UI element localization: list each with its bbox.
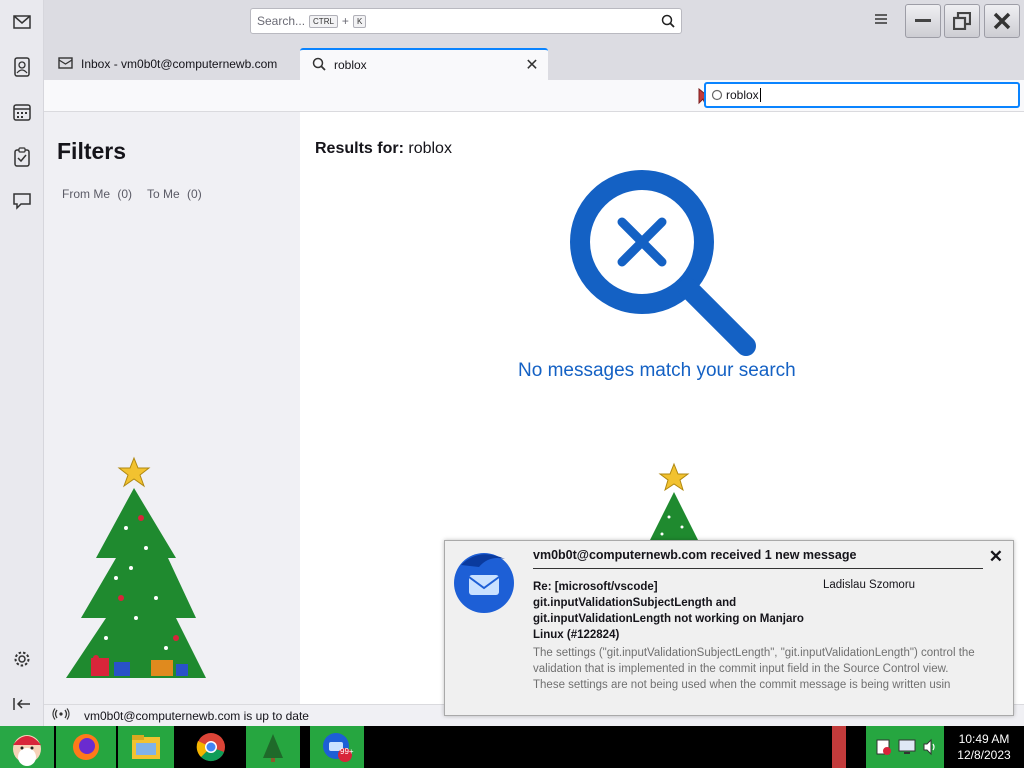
close-notification-icon[interactable]: ✕ — [989, 547, 1003, 567]
clock-time: 10:49 AM — [958, 732, 1010, 746]
results-heading: Results for: roblox — [315, 140, 452, 158]
search-icon — [661, 14, 675, 31]
mail-space-icon[interactable] — [8, 8, 36, 36]
tab-search-label: roblox — [334, 58, 367, 72]
tree-icon — [263, 734, 283, 762]
restore-button[interactable] — [944, 4, 980, 38]
results-prefix: Results for: — [315, 140, 404, 157]
filter-to-me-label: To Me — [147, 187, 180, 201]
text-caret — [759, 88, 761, 102]
notification-subject: Re: [microsoft/vscode] git.inputValidati… — [533, 581, 804, 641]
title-bar: Search... CTRL + K — [44, 0, 1024, 44]
folder-icon — [132, 735, 160, 759]
settings-gear-icon[interactable] — [8, 645, 36, 673]
status-text: vm0b0t@computernewb.com is up to date — [84, 708, 309, 723]
thunderbird-logo-icon — [449, 545, 519, 620]
calendar-icon[interactable] — [8, 98, 36, 126]
tab-inbox[interactable]: Inbox - vm0b0t@computernewb.com — [46, 48, 298, 80]
taskbar-thunderbird[interactable]: 99+ — [310, 726, 364, 768]
filter-from-me[interactable]: From Me (0) — [62, 187, 132, 201]
taskbar-clock[interactable]: 10:49 AM 12/8/2023 — [944, 726, 1024, 768]
clock-date: 12/8/2023 — [957, 748, 1011, 762]
minimize-button[interactable] — [905, 4, 941, 38]
app-menu-icon[interactable] — [874, 12, 890, 28]
start-button[interactable] — [0, 726, 54, 768]
filter-to-me-count: (0) — [187, 187, 202, 201]
online-status-icon[interactable] — [52, 708, 70, 723]
filter-from-me-count: (0) — [117, 187, 133, 201]
tasks-icon[interactable] — [8, 143, 36, 171]
notification-sender: Ladislau Szomoru — [823, 579, 916, 591]
notification-header: vm0b0t@computernewb.com received 1 new m… — [533, 548, 983, 569]
filter-from-me-label: From Me — [62, 187, 110, 201]
christmas-tree-image — [56, 448, 246, 693]
volume-icon[interactable] — [922, 738, 938, 761]
no-results-search-icon — [570, 170, 760, 365]
taskbar-file-explorer[interactable] — [118, 726, 174, 768]
search-icon — [711, 89, 723, 104]
santa-start-icon — [13, 735, 41, 766]
tab-search-results[interactable]: roblox ✕ — [300, 48, 548, 80]
new-mail-notification[interactable]: vm0b0t@computernewb.com received 1 new m… — [444, 540, 1014, 716]
spaces-toolbar — [0, 0, 44, 726]
search-icon — [312, 57, 326, 74]
global-search-placeholder: Search... — [257, 14, 306, 28]
notification-body: The settings ("git.inputValidationSubjec… — [533, 647, 975, 691]
chrome-icon — [196, 733, 225, 762]
taskbar-firefox[interactable] — [56, 726, 116, 768]
unread-badge: 99+ — [340, 747, 354, 756]
global-search-input[interactable]: Search... CTRL + K — [250, 8, 682, 34]
display-icon[interactable] — [898, 738, 916, 761]
close-tab-icon[interactable]: ✕ — [524, 57, 540, 74]
mail-icon — [58, 56, 73, 72]
chat-icon[interactable] — [8, 187, 36, 215]
christmas-tree-image — [634, 462, 714, 547]
search-filter-input[interactable]: roblox — [704, 82, 1020, 108]
address-book-icon[interactable] — [8, 53, 36, 81]
system-tray — [866, 726, 944, 768]
taskbar-chrome[interactable] — [184, 726, 238, 768]
filter-to-me[interactable]: To Me (0) — [147, 187, 202, 201]
filters-title: Filters — [57, 138, 127, 164]
shortcut-plus: + — [341, 14, 349, 28]
taskbar-show-indicator[interactable] — [832, 726, 846, 768]
network-error-icon[interactable] — [876, 738, 892, 761]
shortcut-ctrl: CTRL — [309, 14, 338, 28]
collapse-spaces-icon[interactable] — [8, 690, 36, 718]
shortcut-key: K — [352, 14, 367, 28]
tab-bar: Inbox - vm0b0t@computernewb.com roblox ✕ — [44, 44, 1024, 80]
close-window-button[interactable] — [984, 4, 1020, 38]
taskbar-tree-app[interactable] — [246, 726, 300, 768]
empty-results-message: No messages match your search — [518, 360, 796, 381]
search-filter-value: roblox — [726, 88, 759, 102]
tab-inbox-label: Inbox - vm0b0t@computernewb.com — [81, 57, 278, 71]
results-query: roblox — [408, 140, 452, 157]
filters-pane: Filters From Me (0) To Me (0) — [44, 112, 300, 704]
search-toolbar: roblox — [44, 80, 1024, 112]
firefox-icon — [73, 734, 99, 760]
taskbar: 99+ 10:49 AM 12/8/2023 — [0, 726, 1024, 768]
